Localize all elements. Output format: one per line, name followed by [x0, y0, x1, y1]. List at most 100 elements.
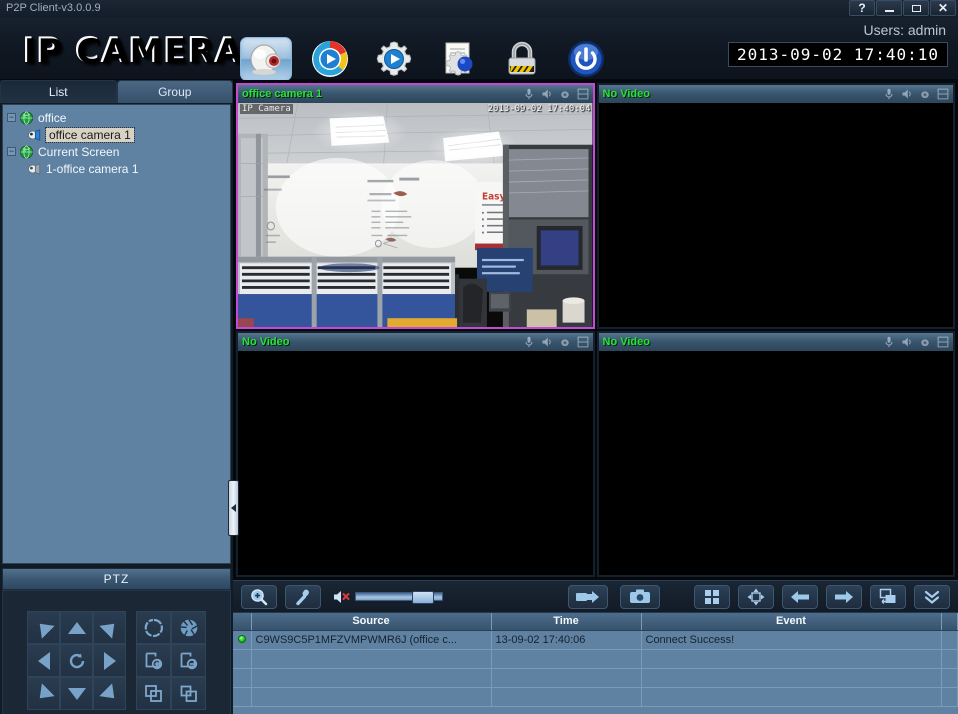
ptz-zoom-in[interactable] — [136, 644, 171, 677]
ptz-pan-right[interactable] — [93, 644, 126, 677]
settings-button[interactable] — [368, 37, 420, 81]
video-cell-3[interactable]: No Video — [236, 331, 595, 577]
tab-group[interactable]: Group — [116, 80, 233, 103]
globe-icon — [19, 144, 34, 159]
speaker-icon[interactable] — [901, 336, 913, 348]
device-tree[interactable]: − office office camera 1 − Current Scree… — [2, 104, 231, 564]
video-cell-1[interactable]: office camera 1 Easy IP Camera 2013-09-0… — [236, 83, 595, 329]
arrow-right-icon — [103, 651, 116, 670]
chevron-left-icon — [231, 504, 236, 512]
video-cell-2[interactable]: No Video — [596, 83, 955, 329]
tree-node-current-screen[interactable]: − Current Screen — [5, 143, 228, 160]
help-button[interactable]: ? — [849, 0, 875, 16]
speaker-muted-icon[interactable] — [333, 589, 351, 605]
ptz-auto-scan[interactable] — [60, 644, 93, 677]
video-cell-4[interactable]: No Video — [596, 331, 955, 577]
digital-zoom-button[interactable] — [241, 584, 277, 609]
next-group-button[interactable] — [826, 584, 862, 609]
volume-slider[interactable] — [355, 591, 443, 604]
tree-node-label: Current Screen — [38, 144, 120, 159]
tab-list[interactable]: List — [0, 80, 117, 103]
table-header-row: Source Time Event — [233, 613, 958, 631]
ptz-icon[interactable] — [559, 88, 571, 100]
microphone-icon[interactable] — [523, 336, 535, 348]
video-cell-icons — [883, 336, 949, 348]
ptz-pan-down-right[interactable] — [93, 677, 126, 710]
live-view-button[interactable] — [240, 37, 292, 81]
video-cell-icons — [523, 336, 589, 348]
row-spacer — [941, 630, 958, 650]
volume-control[interactable] — [333, 589, 443, 605]
ptz-pan-up[interactable] — [60, 611, 93, 644]
microphone-icon — [296, 589, 309, 605]
previous-group-button[interactable] — [782, 584, 818, 609]
current-user-label: Users: admin — [863, 22, 946, 38]
speaker-icon[interactable] — [541, 336, 553, 348]
split-screen-button[interactable] — [694, 584, 730, 609]
lock-button[interactable] — [496, 37, 548, 81]
volume-slider-handle[interactable] — [412, 591, 434, 604]
split-icon[interactable] — [577, 336, 589, 348]
col-time[interactable]: Time — [491, 613, 642, 631]
table-row-empty[interactable] — [233, 668, 958, 688]
ptz-pan-left[interactable] — [27, 644, 60, 677]
ptz-iris-close[interactable] — [171, 611, 206, 644]
close-button[interactable]: ✕ — [930, 0, 956, 16]
talk-button[interactable] — [285, 584, 321, 609]
col-event[interactable]: Event — [641, 613, 942, 631]
ptz-icon[interactable] — [559, 336, 571, 348]
ptz-pan-down-left[interactable] — [27, 677, 60, 710]
table-row-empty[interactable] — [233, 649, 958, 669]
speaker-icon[interactable] — [901, 88, 913, 100]
video-feed-empty[interactable] — [598, 351, 953, 575]
play-circle-icon — [312, 41, 348, 77]
config-log-button[interactable] — [432, 37, 484, 81]
tree-node-office-camera-1[interactable]: office camera 1 — [5, 126, 228, 143]
col-status[interactable] — [233, 613, 252, 631]
table-row[interactable]: C9WS9C5P1MFZVMPWMR6J (office c... 13-09-… — [233, 630, 958, 650]
cycle-screens-icon — [879, 588, 896, 604]
ptz-iris-open[interactable] — [136, 611, 171, 644]
video-cell-header: No Video — [598, 85, 953, 103]
video-feed[interactable]: Easy IP Camera 2013-09-02 17:40:04 — [238, 103, 593, 327]
ptz-pan-up-left[interactable] — [27, 611, 60, 644]
record-button[interactable] — [568, 584, 608, 609]
collapse-panel-button[interactable] — [914, 584, 950, 609]
microphone-icon[interactable] — [883, 336, 895, 348]
ptz-focus-near[interactable] — [136, 677, 171, 710]
document-gear-icon — [445, 42, 473, 76]
full-screen-button[interactable] — [738, 584, 774, 609]
tree-node-office[interactable]: − office — [5, 109, 228, 126]
video-cell-header: office camera 1 — [238, 85, 593, 103]
tree-node-1-office-camera-1[interactable]: 1-office camera 1 — [5, 160, 228, 177]
playback-button[interactable] — [304, 37, 356, 81]
table-row-empty[interactable] — [233, 687, 958, 707]
maximize-button[interactable] — [903, 0, 929, 16]
auto-sequence-button[interactable] — [870, 584, 906, 609]
microphone-icon[interactable] — [883, 88, 895, 100]
ptz-zoom-out[interactable] — [171, 644, 206, 677]
expander-icon[interactable]: − — [7, 147, 16, 156]
ptz-pan-down[interactable] — [60, 677, 93, 710]
expander-icon[interactable]: − — [7, 113, 16, 122]
ptz-icon[interactable] — [919, 88, 931, 100]
ptz-focus-far[interactable] — [171, 677, 206, 710]
split-icon[interactable] — [937, 336, 949, 348]
row-event: Connect Success! — [641, 630, 942, 650]
sidebar-collapse-handle[interactable] — [228, 480, 239, 536]
split-icon[interactable] — [577, 88, 589, 100]
speaker-icon[interactable] — [541, 88, 553, 100]
camera-node-icon — [27, 162, 41, 175]
snapshot-button[interactable] — [620, 584, 660, 609]
video-feed-empty[interactable] — [238, 351, 593, 575]
col-source[interactable]: Source — [251, 613, 492, 631]
ptz-icon[interactable] — [919, 336, 931, 348]
ptz-pan-up-right[interactable] — [93, 611, 126, 644]
split-icon[interactable] — [937, 88, 949, 100]
video-feed-empty[interactable] — [598, 103, 953, 327]
minimize-button[interactable] — [876, 0, 902, 16]
power-icon — [568, 41, 604, 77]
power-button[interactable] — [560, 37, 612, 81]
ptz-section-header[interactable]: PTZ — [2, 568, 231, 590]
microphone-icon[interactable] — [523, 88, 535, 100]
